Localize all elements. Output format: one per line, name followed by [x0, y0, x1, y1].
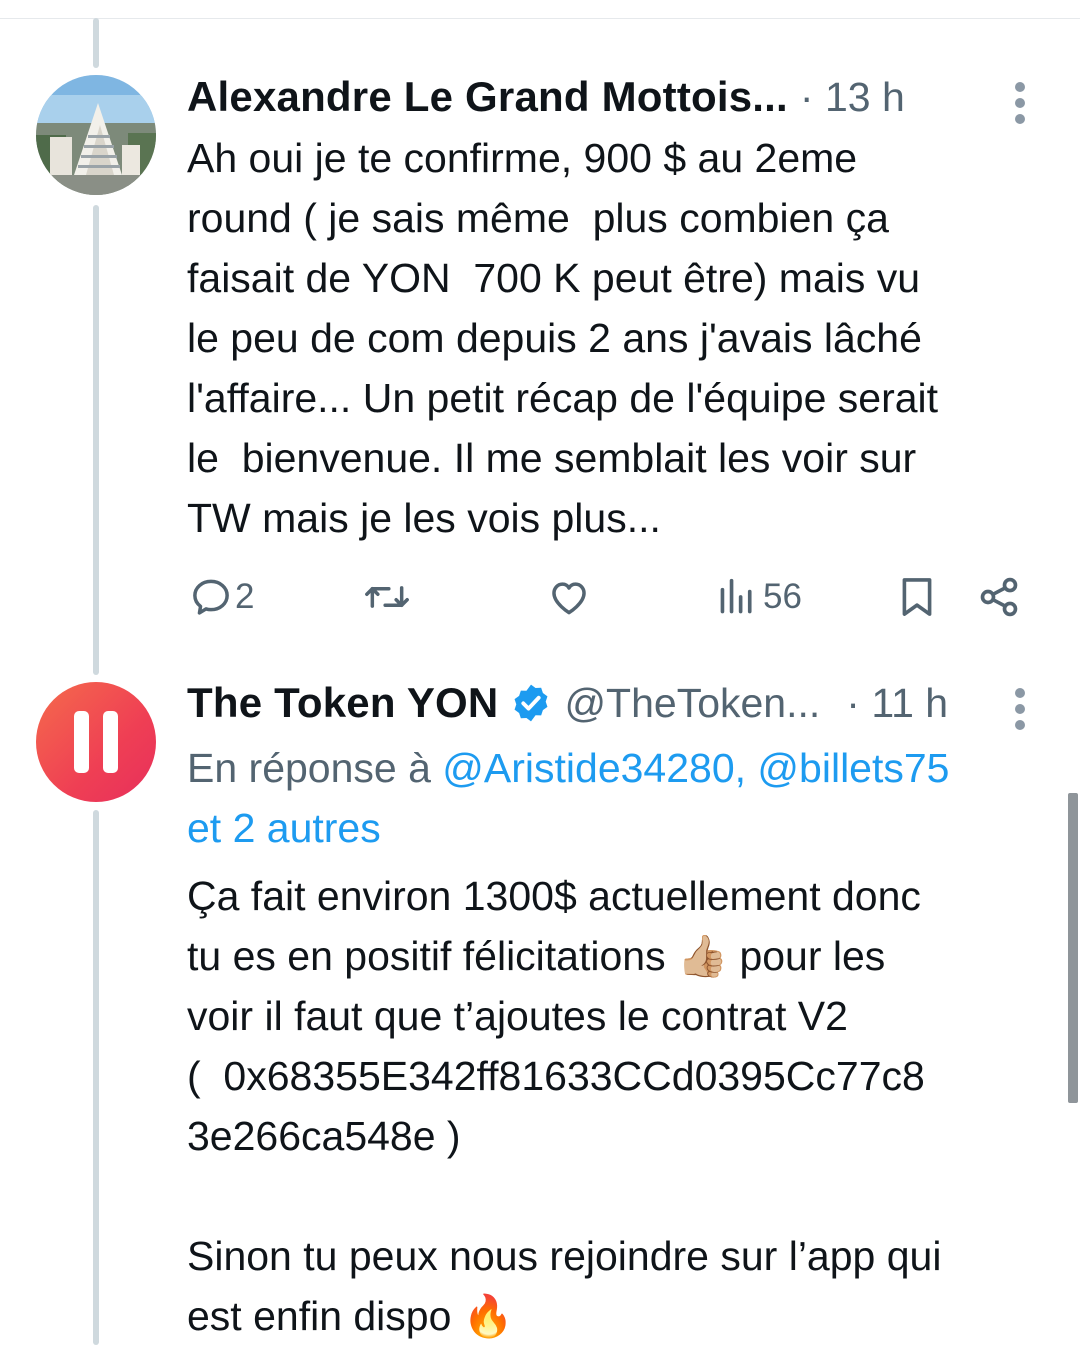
avatar-building-image [36, 75, 156, 195]
views-button[interactable]: 56 [717, 575, 802, 619]
share-button[interactable] [977, 575, 1021, 619]
reply-count: 2 [235, 577, 255, 616]
tweet1-text: Ah oui je te confirme, 900 $ au 2eme rou… [187, 135, 939, 541]
tweet2-header: The Token YON @TheToken... · 11 h [187, 676, 948, 730]
tweet2-author-name[interactable]: The Token YON [187, 679, 498, 727]
tweet2-text-part2: pour les voir il faut que t’ajoutes le c… [187, 933, 942, 1339]
views-count: 56 [763, 577, 802, 616]
thread-line-top [93, 18, 99, 68]
reply-icon [193, 579, 229, 615]
tweet1-header: Alexandre Le Grand Mottois... · 13 h [187, 70, 905, 124]
fire-emoji-icon: 🔥 [462, 1293, 514, 1339]
tweet2-handle[interactable]: @TheToken... [564, 680, 820, 727]
avatar-the-token-yon[interactable] [36, 682, 156, 802]
tweet2-reply-context: En réponse à @Aristide34280, @billets75 … [187, 738, 1057, 858]
top-divider [0, 18, 1080, 19]
tweet2-text: Ça fait environ 1300$ actuellement donc … [187, 866, 1057, 1346]
reply-to-others-link[interactable]: et 2 autres [187, 805, 381, 851]
thread-line-tweet1 [93, 205, 99, 675]
yon-logo-icon [74, 711, 118, 773]
views-icon [720, 578, 752, 614]
scrollbar[interactable] [1068, 793, 1078, 1103]
bookmark-button[interactable] [899, 575, 935, 619]
tweet1-action-bar: 2 56 [187, 575, 1037, 625]
tweet2-timestamp[interactable]: · 11 h [846, 680, 948, 727]
retweet-icon [365, 586, 409, 608]
bookmark-icon [902, 578, 932, 616]
share-icon [980, 577, 1018, 617]
verified-badge-icon [514, 684, 548, 722]
tweet1-author-name[interactable]: Alexandre Le Grand Mottois... [187, 73, 788, 121]
heart-icon [552, 582, 586, 615]
avatar-alexandre[interactable] [36, 75, 156, 195]
reply-to-mentions[interactable]: @Aristide34280, @billets75 [442, 745, 949, 791]
thumbs-up-emoji-icon: 👍🏼 [676, 933, 729, 979]
tweet2-more-icon[interactable] [1012, 688, 1028, 736]
like-button[interactable] [547, 575, 591, 619]
retweet-button[interactable] [363, 575, 411, 619]
reply-to-label: En réponse à [187, 745, 443, 791]
tweet1-more-icon[interactable] [1012, 82, 1028, 130]
thread-line-tweet2 [93, 810, 99, 1345]
tweet1-timestamp[interactable]: · 13 h [800, 74, 905, 121]
reply-button[interactable]: 2 [189, 575, 254, 619]
